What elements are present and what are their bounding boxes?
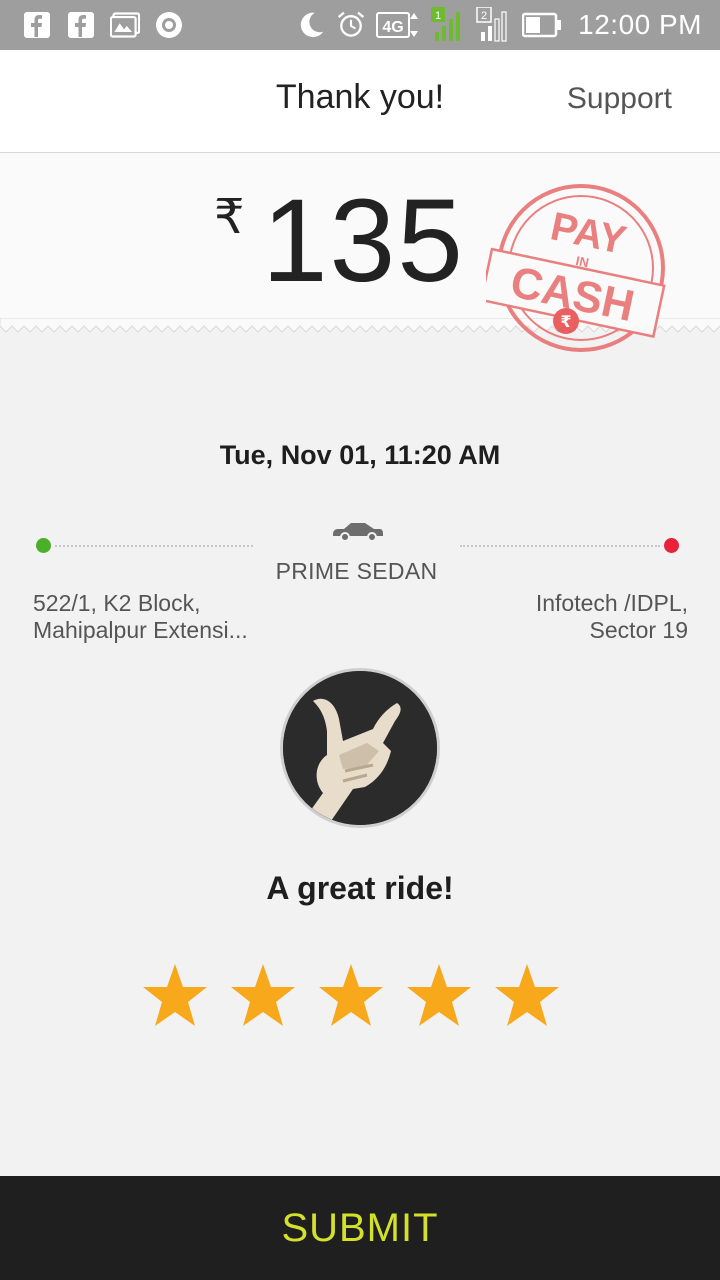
- moon-icon: [296, 10, 326, 40]
- star-icon[interactable]: [230, 962, 296, 1030]
- star-icon[interactable]: [142, 962, 208, 1030]
- pickup-address-line1: 522/1, K2 Block,: [33, 590, 201, 616]
- star-icon[interactable]: [406, 962, 472, 1030]
- route-line-right: [460, 545, 660, 547]
- drop-address-line2: Sector 19: [589, 617, 688, 643]
- feedback-text: A great ride!: [266, 870, 454, 906]
- signal-sim1-icon: 1: [430, 7, 466, 41]
- signal-sim2-icon: 2: [476, 7, 512, 42]
- car-icon: [333, 523, 383, 542]
- gallery-icon: [110, 10, 140, 40]
- status-time: 12:00 PM: [578, 9, 702, 40]
- route-summary: PRIME SEDAN: [0, 510, 720, 590]
- currency-symbol: ₹: [214, 189, 245, 245]
- feedback-hand-icon: [280, 668, 440, 828]
- record-icon: [154, 10, 184, 40]
- star-icon[interactable]: [494, 962, 560, 1030]
- facebook-icon: [22, 10, 52, 40]
- facebook-icon: [66, 10, 96, 40]
- stamp-rupee-icon: ₹: [560, 312, 571, 331]
- star-rating: [142, 962, 560, 1030]
- svg-text:4G: 4G: [382, 19, 403, 36]
- fare-amount: 135: [262, 175, 465, 307]
- support-link[interactable]: Support: [567, 82, 672, 116]
- submit-label: SUBMIT: [281, 1205, 439, 1250]
- star-icon[interactable]: [318, 962, 384, 1030]
- route-line-left: [55, 545, 253, 547]
- pickup-address: 522/1, K2 Block, Mahipalpur Extensi...: [33, 590, 273, 644]
- pickup-address-line2: Mahipalpur Extensi...: [33, 617, 248, 643]
- svg-text:2: 2: [481, 10, 487, 22]
- drop-address-line1: Infotech /IDPL,: [535, 590, 688, 616]
- ride-date: Tue, Nov 01, 11:20 AM: [219, 440, 501, 470]
- drop-dot-icon: [664, 538, 679, 553]
- network-4g-icon: 4G: [376, 10, 420, 40]
- header: Thank you! Support: [0, 50, 720, 153]
- alarm-icon: [336, 10, 366, 40]
- battery-icon: [522, 10, 562, 40]
- status-bar: 4G 1 2 12:00 PM: [0, 0, 720, 50]
- svg-text:1: 1: [435, 10, 441, 22]
- pickup-dot-icon: [36, 538, 51, 553]
- submit-button[interactable]: SUBMIT: [0, 1176, 720, 1280]
- drop-address: Infotech /IDPL, Sector 19: [428, 590, 688, 644]
- cab-type: PRIME SEDAN: [275, 558, 438, 584]
- pay-in-cash-stamp: PAY IN CASH ₹: [486, 184, 666, 352]
